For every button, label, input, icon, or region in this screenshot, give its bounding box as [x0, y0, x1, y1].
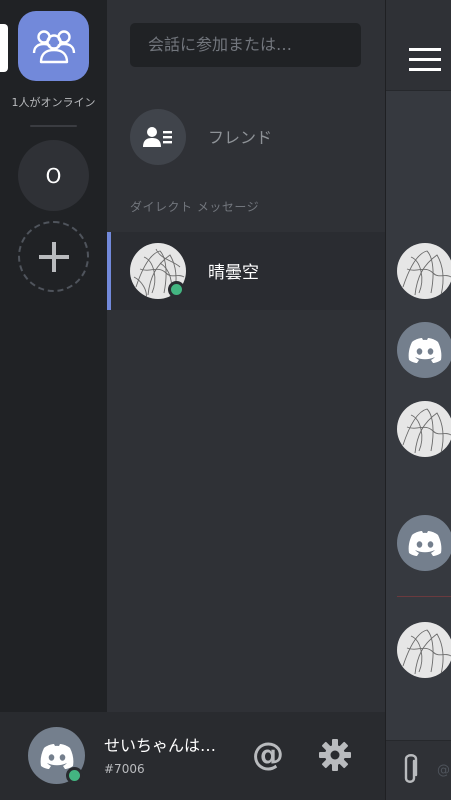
dm-sidebar: 会話に参加または… フレンド ダイレクト メッセージ 晴曇空 — [107, 0, 385, 712]
selected-dm-indicator — [107, 232, 111, 310]
server-o-button[interactable]: O — [18, 140, 89, 211]
hamburger-menu-icon[interactable] — [409, 48, 441, 72]
message-avatar[interactable] — [397, 243, 451, 299]
online-count-label: 1人がオンライン — [11, 96, 96, 109]
message-avatar[interactable] — [397, 622, 451, 678]
chat-panel-preview: @ — [385, 0, 451, 800]
friends-home-icon — [32, 30, 75, 64]
attachment-icon[interactable] — [400, 753, 420, 787]
message-avatar[interactable] — [397, 515, 451, 571]
message-input-bar[interactable]: @ — [386, 740, 451, 800]
message-avatar[interactable] — [397, 322, 451, 378]
user-online-status-dot — [66, 767, 83, 784]
chat-header — [386, 0, 451, 91]
user-discriminator: #7006 — [104, 762, 145, 776]
plus-icon — [38, 241, 69, 272]
server-list: 1人がオンライン O — [0, 0, 107, 712]
home-button[interactable] — [18, 11, 89, 81]
user-panel: せいちゃんは… #7006 @ — [0, 712, 385, 800]
settings-gear-icon[interactable] — [318, 738, 352, 772]
dm-list-item[interactable]: 晴曇空 — [107, 232, 385, 310]
new-messages-divider — [397, 596, 451, 597]
dm-section-header: ダイレクト メッセージ — [130, 200, 260, 214]
discord-logo-icon — [408, 338, 442, 363]
message-input-hint: @ — [437, 763, 450, 778]
discord-logo-icon — [408, 531, 442, 556]
online-status-dot — [168, 281, 185, 298]
friends-nav-item[interactable]: フレンド — [107, 106, 385, 168]
mentions-button[interactable]: @ — [250, 734, 286, 774]
conversation-search-input[interactable]: 会話に参加または… — [130, 23, 361, 67]
discord-logo-icon — [40, 743, 73, 769]
selected-server-indicator — [0, 24, 8, 72]
dm-username: 晴曇空 — [208, 263, 259, 283]
add-server-button[interactable] — [18, 221, 89, 292]
server-separator — [30, 125, 77, 127]
friends-label: フレンド — [208, 128, 273, 147]
message-avatar[interactable] — [397, 401, 451, 457]
username: せいちゃんは… — [104, 736, 217, 755]
friends-list-icon — [130, 109, 186, 165]
